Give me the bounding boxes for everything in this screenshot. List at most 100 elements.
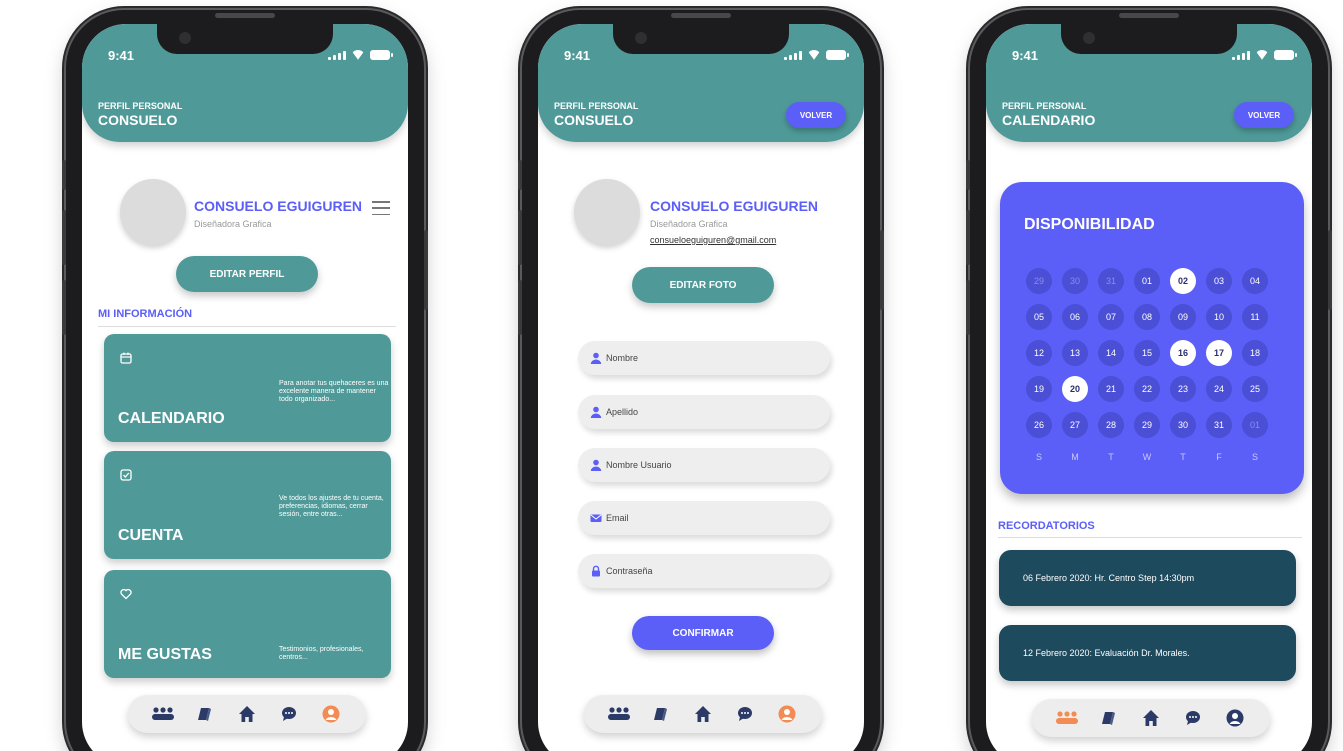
header-title: CONSUELO (554, 112, 634, 128)
weekday-label: T (1108, 452, 1114, 462)
calendar-day[interactable]: 06 (1062, 304, 1088, 330)
weekday-label: F (1216, 452, 1222, 462)
header-title: CONSUELO (98, 112, 178, 128)
calendar-day[interactable]: 30 (1170, 412, 1196, 438)
calendar-day[interactable]: 21 (1098, 376, 1124, 402)
password-field[interactable]: Contraseña (578, 554, 830, 588)
reminder-item[interactable]: 06 Febrero 2020: Hr. Centro Step 14:30pm (999, 550, 1296, 606)
availability-calendar: DISPONIBILIDAD 29 30 31 01 02 03 04 05 06 07 08 09 1… (1000, 182, 1304, 494)
calendar-day[interactable]: 10 (1206, 304, 1232, 330)
calendar-day[interactable]: 07 (1098, 304, 1124, 330)
calendar-day[interactable]: 04 (1242, 268, 1268, 294)
calendar-day[interactable]: 23 (1170, 376, 1196, 402)
profile-icon[interactable] (319, 703, 343, 725)
section-divider (98, 326, 396, 327)
calendar-day[interactable]: 29 (1134, 412, 1160, 438)
status-icons (328, 50, 393, 60)
calendar-day[interactable]: 25 (1242, 376, 1268, 402)
calendar-day[interactable]: 26 (1026, 412, 1052, 438)
first-name-field[interactable]: Nombre (578, 341, 830, 375)
back-button[interactable]: VOLVER (786, 102, 846, 128)
profile-icon[interactable] (775, 703, 799, 725)
status-icons (784, 50, 849, 60)
book-icon[interactable] (193, 703, 217, 725)
wifi-icon (351, 50, 365, 60)
calendar-day[interactable]: 08 (1134, 304, 1160, 330)
calendar-day[interactable]: 31 (1098, 268, 1124, 294)
user-icon (590, 459, 602, 471)
community-icon[interactable] (607, 703, 631, 725)
card-me-gustas[interactable]: Testimonios, profesionales, centros... M… (104, 570, 391, 678)
calendar-day[interactable]: 13 (1062, 340, 1088, 366)
calendar-day[interactable]: 30 (1062, 268, 1088, 294)
card-calendario[interactable]: Para anotar tus quehaceres es una excele… (104, 334, 391, 442)
bottom-nav (1032, 699, 1270, 737)
community-icon[interactable] (151, 703, 175, 725)
book-icon[interactable] (1097, 707, 1121, 729)
home-icon[interactable] (691, 703, 715, 725)
lock-icon (592, 565, 600, 577)
calendar-day[interactable]: 03 (1206, 268, 1232, 294)
edit-photo-button[interactable]: EDITAR FOTO (632, 267, 774, 303)
email-field[interactable]: Email (578, 501, 830, 535)
calendar-day[interactable]: 11 (1242, 304, 1268, 330)
chat-icon[interactable] (1181, 707, 1205, 729)
card-description: Ve todos los ajustes de tu cuenta, prefe… (279, 495, 384, 518)
field-label: Email (606, 513, 629, 523)
profile-email[interactable]: consueloeguiguren@gmail.com (650, 235, 776, 245)
checkbox-icon (120, 469, 132, 481)
edit-profile-button[interactable]: EDITAR PERFIL (176, 256, 318, 292)
chat-icon[interactable] (733, 703, 757, 725)
card-cuenta[interactable]: Ve todos los ajustes de tu cuenta, prefe… (104, 451, 391, 559)
calendar-day[interactable]: 29 (1026, 268, 1052, 294)
back-button[interactable]: VOLVER (1234, 102, 1294, 128)
user-icon (590, 352, 602, 364)
confirm-button[interactable]: CONFIRMAR (632, 616, 774, 650)
mail-icon (590, 514, 602, 522)
calendar-day[interactable]: 01 (1242, 412, 1268, 438)
home-icon[interactable] (235, 703, 259, 725)
calendar-day[interactable]: 15 (1134, 340, 1160, 366)
calendar-day[interactable]: 24 (1206, 376, 1232, 402)
phone-frame-edit-profile: 9:41 PERFIL PERSONAL CONSUELO VOLVER CON… (518, 10, 884, 751)
calendar-day[interactable]: 18 (1242, 340, 1268, 366)
calendar-day[interactable]: 27 (1062, 412, 1088, 438)
calendar-day[interactable]: 01 (1134, 268, 1160, 294)
signal-icon (1232, 51, 1250, 60)
reminder-item[interactable]: 12 Febrero 2020: Evaluación Dr. Morales. (999, 625, 1296, 681)
username-field[interactable]: Nombre Usuario (578, 448, 830, 482)
menu-icon[interactable] (372, 201, 390, 215)
home-icon[interactable] (1139, 707, 1163, 729)
calendar-day[interactable]: 12 (1026, 340, 1052, 366)
weekday-label: S (1035, 452, 1042, 462)
card-description: Testimonios, profesionales, centros... (279, 646, 364, 661)
calendar-day[interactable]: 22 (1134, 376, 1160, 402)
avatar[interactable] (574, 179, 640, 245)
last-name-field[interactable]: Apellido (578, 395, 830, 429)
field-label: Nombre (606, 353, 639, 363)
signal-icon (328, 51, 346, 60)
calendar-day[interactable]: 19 (1026, 376, 1052, 402)
calendar-day[interactable]: 20 (1062, 376, 1088, 402)
calendar-day[interactable]: 02 (1170, 268, 1196, 294)
section-title: RECORDATORIOS (998, 520, 1095, 532)
field-label: Nombre Usuario (606, 460, 672, 470)
chat-icon[interactable] (277, 703, 301, 725)
screen-profile: 9:41 PERFIL PERSONAL CONSUELO CONSUELO E… (82, 24, 408, 751)
calendar-day[interactable]: 14 (1098, 340, 1124, 366)
community-icon[interactable] (1055, 707, 1079, 729)
profile-icon[interactable] (1223, 707, 1247, 729)
bottom-nav (584, 695, 822, 733)
calendar-title: DISPONIBILIDAD (1024, 216, 1155, 233)
battery-icon (826, 50, 849, 60)
calendar-day[interactable]: 17 (1206, 340, 1232, 366)
profile-name: CONSUELO EGUIGUREN (194, 198, 363, 214)
calendar-day[interactable]: 31 (1206, 412, 1232, 438)
card-title: ME GUSTAS (118, 646, 212, 663)
calendar-day[interactable]: 28 (1098, 412, 1124, 438)
avatar[interactable] (120, 179, 186, 245)
calendar-day[interactable]: 16 (1170, 340, 1196, 366)
calendar-day[interactable]: 09 (1170, 304, 1196, 330)
book-icon[interactable] (649, 703, 673, 725)
calendar-day[interactable]: 05 (1026, 304, 1052, 330)
